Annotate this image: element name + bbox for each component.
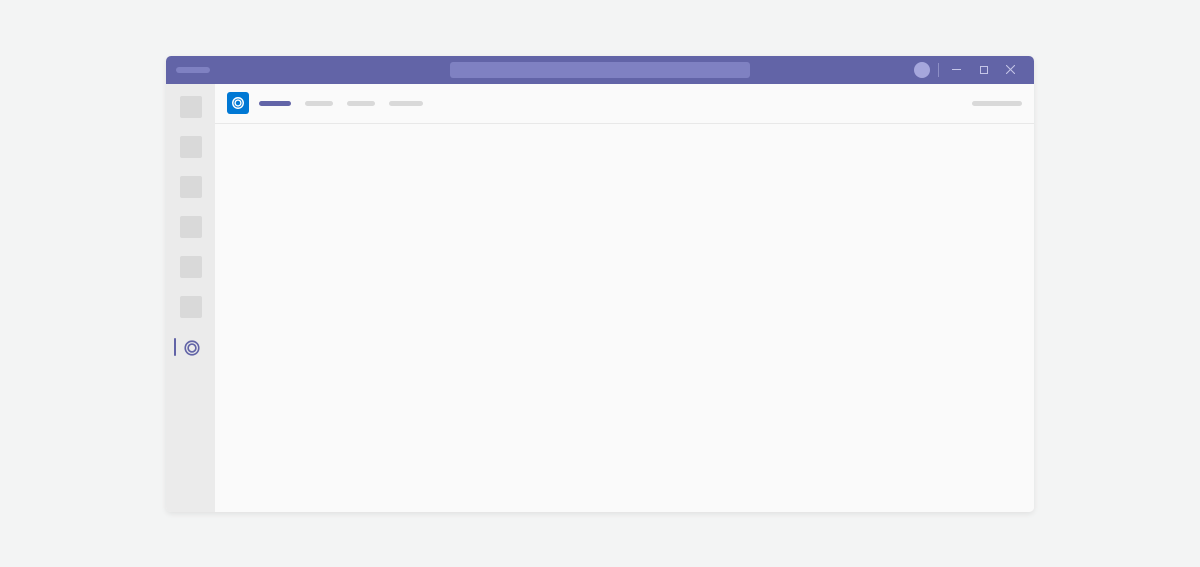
title-divider: [938, 63, 939, 77]
rail-item-1[interactable]: [180, 96, 202, 118]
app-window: [166, 56, 1034, 512]
tab-4[interactable]: [389, 101, 423, 106]
rail-item-5[interactable]: [180, 256, 202, 278]
rail-item-4[interactable]: [180, 216, 202, 238]
close-icon: [1006, 65, 1015, 74]
title-brand-placeholder: [176, 67, 210, 73]
minimize-button[interactable]: [943, 56, 970, 84]
rail-item-2[interactable]: [180, 136, 202, 158]
swirl-icon: [231, 96, 245, 110]
main-area: [215, 84, 1034, 512]
swirl-icon: [183, 339, 201, 357]
tab-bar: [215, 84, 1034, 124]
tab-1[interactable]: [259, 101, 291, 106]
tab-2[interactable]: [305, 101, 333, 106]
rail-item-3[interactable]: [180, 176, 202, 198]
content-area: [215, 124, 1034, 512]
rail-item-6[interactable]: [180, 296, 202, 318]
app-tile-icon[interactable]: [227, 92, 249, 114]
app-rail: [166, 84, 215, 512]
avatar[interactable]: [914, 62, 930, 78]
maximize-button[interactable]: [970, 56, 997, 84]
tab-right-action[interactable]: [972, 101, 1022, 106]
title-bar: [166, 56, 1034, 84]
maximize-icon: [980, 66, 988, 74]
title-bar-right: [914, 56, 1024, 84]
rail-item-active[interactable]: [166, 336, 215, 360]
close-button[interactable]: [997, 56, 1024, 84]
app-body: [166, 84, 1034, 512]
minimize-icon: [952, 65, 961, 74]
tab-3[interactable]: [347, 101, 375, 106]
search-input[interactable]: [450, 62, 750, 78]
